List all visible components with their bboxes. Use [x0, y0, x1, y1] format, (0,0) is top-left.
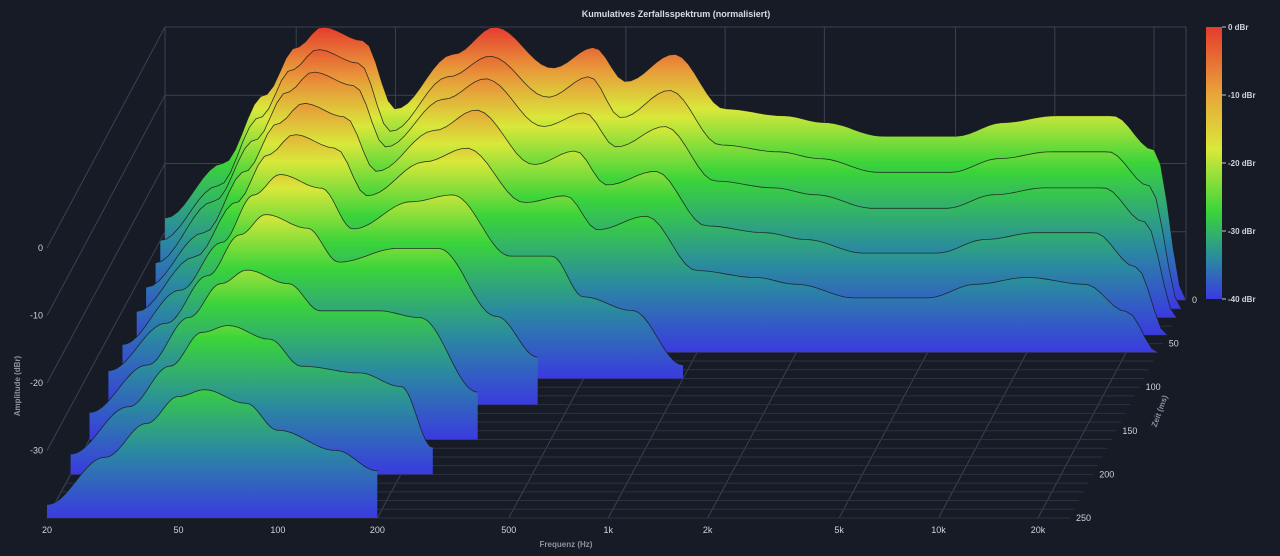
y-tick-label: -20	[30, 378, 43, 388]
z-tick-label: 0	[1192, 295, 1197, 305]
colorbar-tick-label: -40 dBr	[1228, 295, 1256, 304]
x-tick-label: 1k	[603, 525, 613, 535]
z-tick-label: 250	[1076, 513, 1091, 523]
x-tick-label: 20k	[1031, 525, 1046, 535]
colorbar-tick-label: 0 dBr	[1228, 23, 1248, 32]
z-tick-label: 50	[1169, 339, 1179, 349]
x-tick-label: 500	[501, 525, 516, 535]
y-tick-label: -10	[30, 311, 43, 321]
colorbar-tick-label: -30 dBr	[1228, 227, 1256, 236]
x-tick-label: 10k	[931, 525, 946, 535]
x-tick-label: 2k	[703, 525, 713, 535]
z-tick-label: 200	[1099, 469, 1114, 479]
series-layer	[46, 26, 1187, 518]
z-tick-label: 150	[1122, 426, 1137, 436]
x-tick-label: 200	[370, 525, 385, 535]
y-axis-label: Amplitude (dBr)	[13, 355, 22, 416]
x-tick-label: 100	[270, 525, 285, 535]
colorbar	[1206, 27, 1222, 299]
colorbar-tick-label: -20 dBr	[1228, 159, 1256, 168]
waterfall-chart: Kumulatives Zerfallsspektrum (normalisie…	[13, 9, 1256, 549]
y-tick-label: 0	[38, 243, 43, 253]
colorbar-tick-label: -10 dBr	[1228, 91, 1256, 100]
x-tick-label: 20	[42, 525, 52, 535]
colorbar-labels: 0 dBr -10 dBr -20 dBr -30 dBr -40 dBr	[1222, 23, 1256, 304]
grid-line-side-y	[46, 26, 166, 249]
z-axis-label: Zeit (ms)	[1150, 394, 1170, 429]
chart-title: Kumulatives Zerfallsspektrum (normalisie…	[582, 9, 771, 19]
x-tick-label: 5k	[834, 525, 844, 535]
y-tick-label: -30	[30, 446, 43, 456]
x-axis-label: Frequenz (Hz)	[540, 540, 593, 549]
x-tick-label: 50	[173, 525, 183, 535]
grid-line-side-y	[46, 95, 166, 316]
z-tick-label: 100	[1146, 382, 1161, 392]
chart-root: Kumulatives Zerfallsspektrum (normalisie…	[0, 0, 1280, 556]
